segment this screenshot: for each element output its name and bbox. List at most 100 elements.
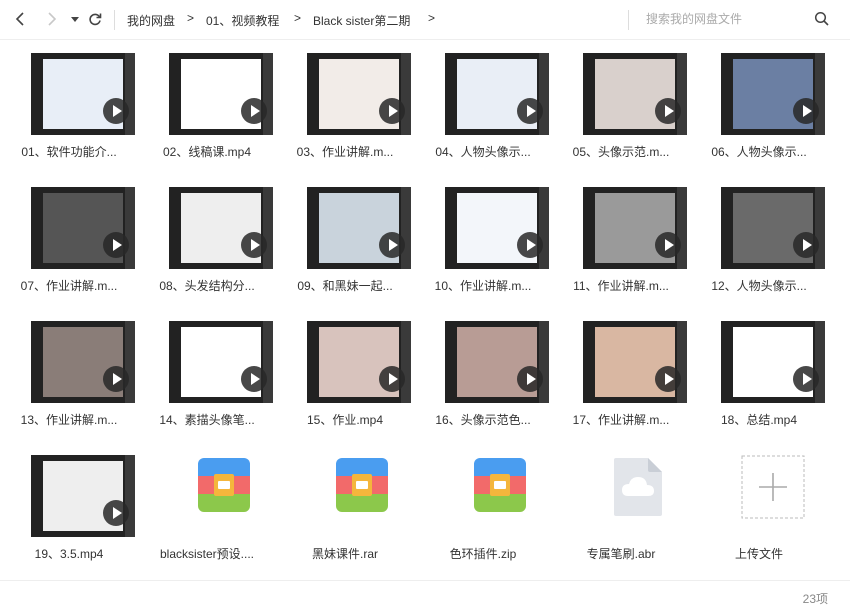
file-item[interactable]: 05、头像示范.m... (552, 40, 690, 170)
file-item[interactable]: 10、作业讲解.m... (414, 174, 552, 304)
search-divider (628, 10, 629, 30)
thumbnail-side-panel (677, 321, 687, 403)
status-bar: 23项 (0, 580, 850, 613)
plus-icon[interactable] (741, 455, 805, 519)
breadcrumb-separator: > (187, 11, 195, 25)
thumbnail-side-panel (263, 321, 273, 403)
file-item[interactable]: 12、人物头像示... (690, 174, 828, 304)
file-item[interactable]: 18、总结.mp4 (690, 308, 828, 438)
file-item[interactable]: 07、作业讲解.m... (0, 174, 138, 304)
play-icon[interactable] (517, 232, 543, 258)
breadcrumb-separator: > (294, 11, 302, 25)
file-item[interactable]: 专属笔刷.abr (552, 442, 690, 572)
file-item[interactable]: 02、线稿课.mp4 (138, 40, 276, 170)
upload-tile[interactable]: 上传文件 (690, 442, 828, 572)
thumbnail-side-panel (125, 187, 135, 269)
video-thumbnail (721, 53, 825, 135)
archive-icon (196, 456, 252, 514)
file-item[interactable]: 19、3.5.mp4 (0, 442, 138, 572)
file-item[interactable]: 06、人物头像示... (690, 40, 828, 170)
play-icon[interactable] (103, 232, 129, 258)
play-icon[interactable] (379, 232, 405, 258)
video-thumbnail (307, 53, 411, 135)
breadcrumb-folder[interactable]: 01、视频教程 (206, 12, 279, 29)
search-box (640, 8, 840, 30)
play-icon[interactable] (103, 366, 129, 392)
play-icon[interactable] (241, 98, 267, 124)
thumbnail-side-panel (815, 321, 825, 403)
thumbnail-side-panel (263, 53, 273, 135)
file-item[interactable]: 03、作业讲解.m... (276, 40, 414, 170)
cloud-file-icon (610, 456, 666, 516)
play-icon[interactable] (103, 500, 129, 526)
thumbnail-side-panel (401, 53, 411, 135)
thumbnail-side-panel (125, 455, 135, 537)
archive-icon (334, 456, 390, 514)
play-icon[interactable] (241, 366, 267, 392)
file-item[interactable]: 15、作业.mp4 (276, 308, 414, 438)
file-grid: 01、软件功能介... 02、线稿课.mp4 03、作业讲解.m... 04、人物头像… (0, 40, 850, 580)
file-item[interactable]: 04、人物头像示... (414, 40, 552, 170)
video-thumbnail (169, 187, 273, 269)
caret-down-icon (71, 17, 79, 22)
item-count: 23项 (802, 592, 828, 606)
video-thumbnail (721, 187, 825, 269)
thumbnail-side-panel (539, 321, 549, 403)
play-icon[interactable] (517, 366, 543, 392)
file-item[interactable]: 17、作业讲解.m... (552, 308, 690, 438)
file-item[interactable]: 01、软件功能介... (0, 40, 138, 170)
video-thumbnail (31, 187, 135, 269)
refresh-icon (89, 13, 102, 26)
video-thumbnail (583, 187, 687, 269)
play-icon[interactable] (103, 98, 129, 124)
play-icon[interactable] (793, 232, 819, 258)
file-item[interactable]: 16、头像示范色... (414, 308, 552, 438)
back-button[interactable] (10, 8, 32, 30)
file-item[interactable]: 14、素描头像笔... (138, 308, 276, 438)
file-name: 18、总结.mp4 (720, 413, 798, 427)
breadcrumb-separator: > (428, 11, 436, 25)
play-icon[interactable] (241, 232, 267, 258)
play-icon[interactable] (655, 232, 681, 258)
file-item[interactable]: 色环插件.zip (414, 442, 552, 572)
chevron-left-icon (15, 12, 24, 26)
file-item[interactable]: 09、和黑妹一起... (276, 174, 414, 304)
file-item[interactable]: 黑妹课件.rar (276, 442, 414, 572)
video-thumbnail (169, 321, 273, 403)
breadcrumb-root[interactable]: 我的网盘 (127, 12, 175, 29)
video-thumbnail (307, 321, 411, 403)
video-thumbnail (445, 53, 549, 135)
video-thumbnail (445, 187, 549, 269)
video-thumbnail (31, 53, 135, 135)
play-icon[interactable] (655, 366, 681, 392)
video-thumbnail (307, 187, 411, 269)
forward-button[interactable] (40, 8, 62, 30)
play-icon[interactable] (379, 98, 405, 124)
play-icon[interactable] (379, 366, 405, 392)
file-name: 06、人物头像示... (711, 145, 807, 159)
play-icon[interactable] (655, 98, 681, 124)
thumbnail-side-panel (401, 321, 411, 403)
refresh-button[interactable] (84, 8, 106, 30)
thumbnail-side-panel (125, 321, 135, 403)
play-icon[interactable] (793, 98, 819, 124)
file-item[interactable]: 11、作业讲解.m... (552, 174, 690, 304)
file-item[interactable]: 13、作业讲解.m... (0, 308, 138, 438)
file-name: 上传文件 (734, 547, 783, 561)
file-item[interactable]: 08、头发结构分... (138, 174, 276, 304)
chevron-right-icon (48, 12, 57, 26)
file-item[interactable]: blacksister预设.... (138, 442, 276, 572)
file-name: 12、人物头像示... (711, 279, 807, 293)
play-icon[interactable] (517, 98, 543, 124)
history-dropdown-button[interactable] (64, 8, 86, 30)
toolbar-divider (114, 10, 115, 30)
video-thumbnail (583, 321, 687, 403)
play-icon[interactable] (793, 366, 819, 392)
search-input[interactable] (640, 8, 810, 30)
archive-icon (472, 456, 528, 514)
thumbnail-side-panel (263, 187, 273, 269)
breadcrumb-current[interactable]: Black sister第二期 (313, 12, 410, 29)
search-icon[interactable] (814, 11, 830, 27)
thumbnail-side-panel (677, 53, 687, 135)
thumbnail-side-panel (677, 187, 687, 269)
